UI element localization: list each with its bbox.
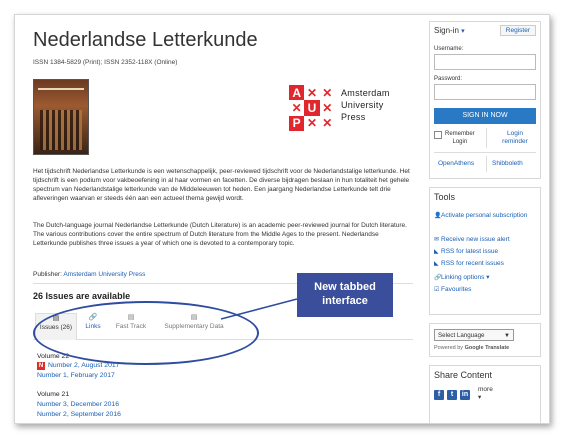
powered-by-translate: Powered by Google Translate: [434, 345, 510, 351]
username-field[interactable]: [434, 54, 536, 70]
rss-icon: ◣: [434, 261, 439, 267]
link-icon: 🔗: [434, 275, 442, 281]
linkedin-icon[interactable]: in: [460, 390, 470, 400]
password-label: Password:: [434, 76, 463, 82]
password-field[interactable]: [434, 84, 536, 100]
annotation-callout: New tabbed interface: [297, 273, 393, 317]
user-icon: 👤: [434, 213, 442, 219]
signin-heading[interactable]: Sign-in ▾: [434, 26, 465, 35]
login-reminder-link[interactable]: Login reminder: [492, 130, 538, 146]
remember-login-checkbox[interactable]: Remember Login: [434, 130, 475, 146]
checkbox-icon: ☑: [434, 287, 440, 293]
signin-button[interactable]: SIGN IN NOW: [434, 108, 536, 124]
new-issue-alert-link[interactable]: ✉ Receive new issue alert: [434, 236, 538, 244]
envelope-icon: ✉: [434, 237, 440, 243]
rss-recent-issues-link[interactable]: ◣ RSS for recent issues: [434, 260, 538, 268]
rss-icon: ◣: [434, 249, 439, 255]
page-frame: Nederlandse Letterkunde ISSN 1384-5829 (…: [14, 14, 550, 424]
chevron-down-icon: ▼: [504, 333, 510, 339]
linking-options-link[interactable]: 🔗Linking options ▾: [434, 274, 538, 282]
share-heading: Share Content: [434, 370, 493, 380]
favourites-link[interactable]: ☑ Favourites: [434, 286, 538, 294]
activate-subscription-link[interactable]: 👤Activate personal subscription: [434, 212, 538, 220]
tools-heading: Tools: [434, 192, 456, 202]
chevron-down-icon: ▾: [461, 28, 465, 35]
rss-latest-issue-link[interactable]: ◣ RSS for latest issue: [434, 248, 538, 256]
username-label: Username:: [434, 46, 464, 52]
facebook-icon[interactable]: f: [434, 390, 444, 400]
tools-panel: Tools 👤Activate personal subscription ✉ R…: [429, 187, 541, 315]
twitter-icon[interactable]: t: [447, 390, 457, 400]
language-panel: Select Language ▼ Powered by Google Trans…: [429, 323, 541, 357]
shibboleth-link[interactable]: Shibboleth: [492, 160, 523, 167]
share-panel: Share Content f t in more ▾: [429, 365, 541, 423]
share-more-link[interactable]: more ▾: [478, 386, 493, 401]
language-select[interactable]: Select Language ▼: [434, 329, 514, 341]
register-button[interactable]: Register: [499, 25, 536, 36]
openathens-link[interactable]: OpenAthens: [438, 160, 474, 167]
main-content: Nederlandse Letterkunde ISSN 1384-5829 (…: [15, 15, 421, 423]
signin-panel: Sign-in ▾ Register Username: Password: S…: [429, 21, 541, 179]
chevron-down-icon: ▾: [486, 274, 490, 281]
checkbox-icon: [434, 131, 442, 139]
annotation-pointer: [220, 298, 298, 320]
chevron-down-icon: ▾: [478, 394, 482, 401]
